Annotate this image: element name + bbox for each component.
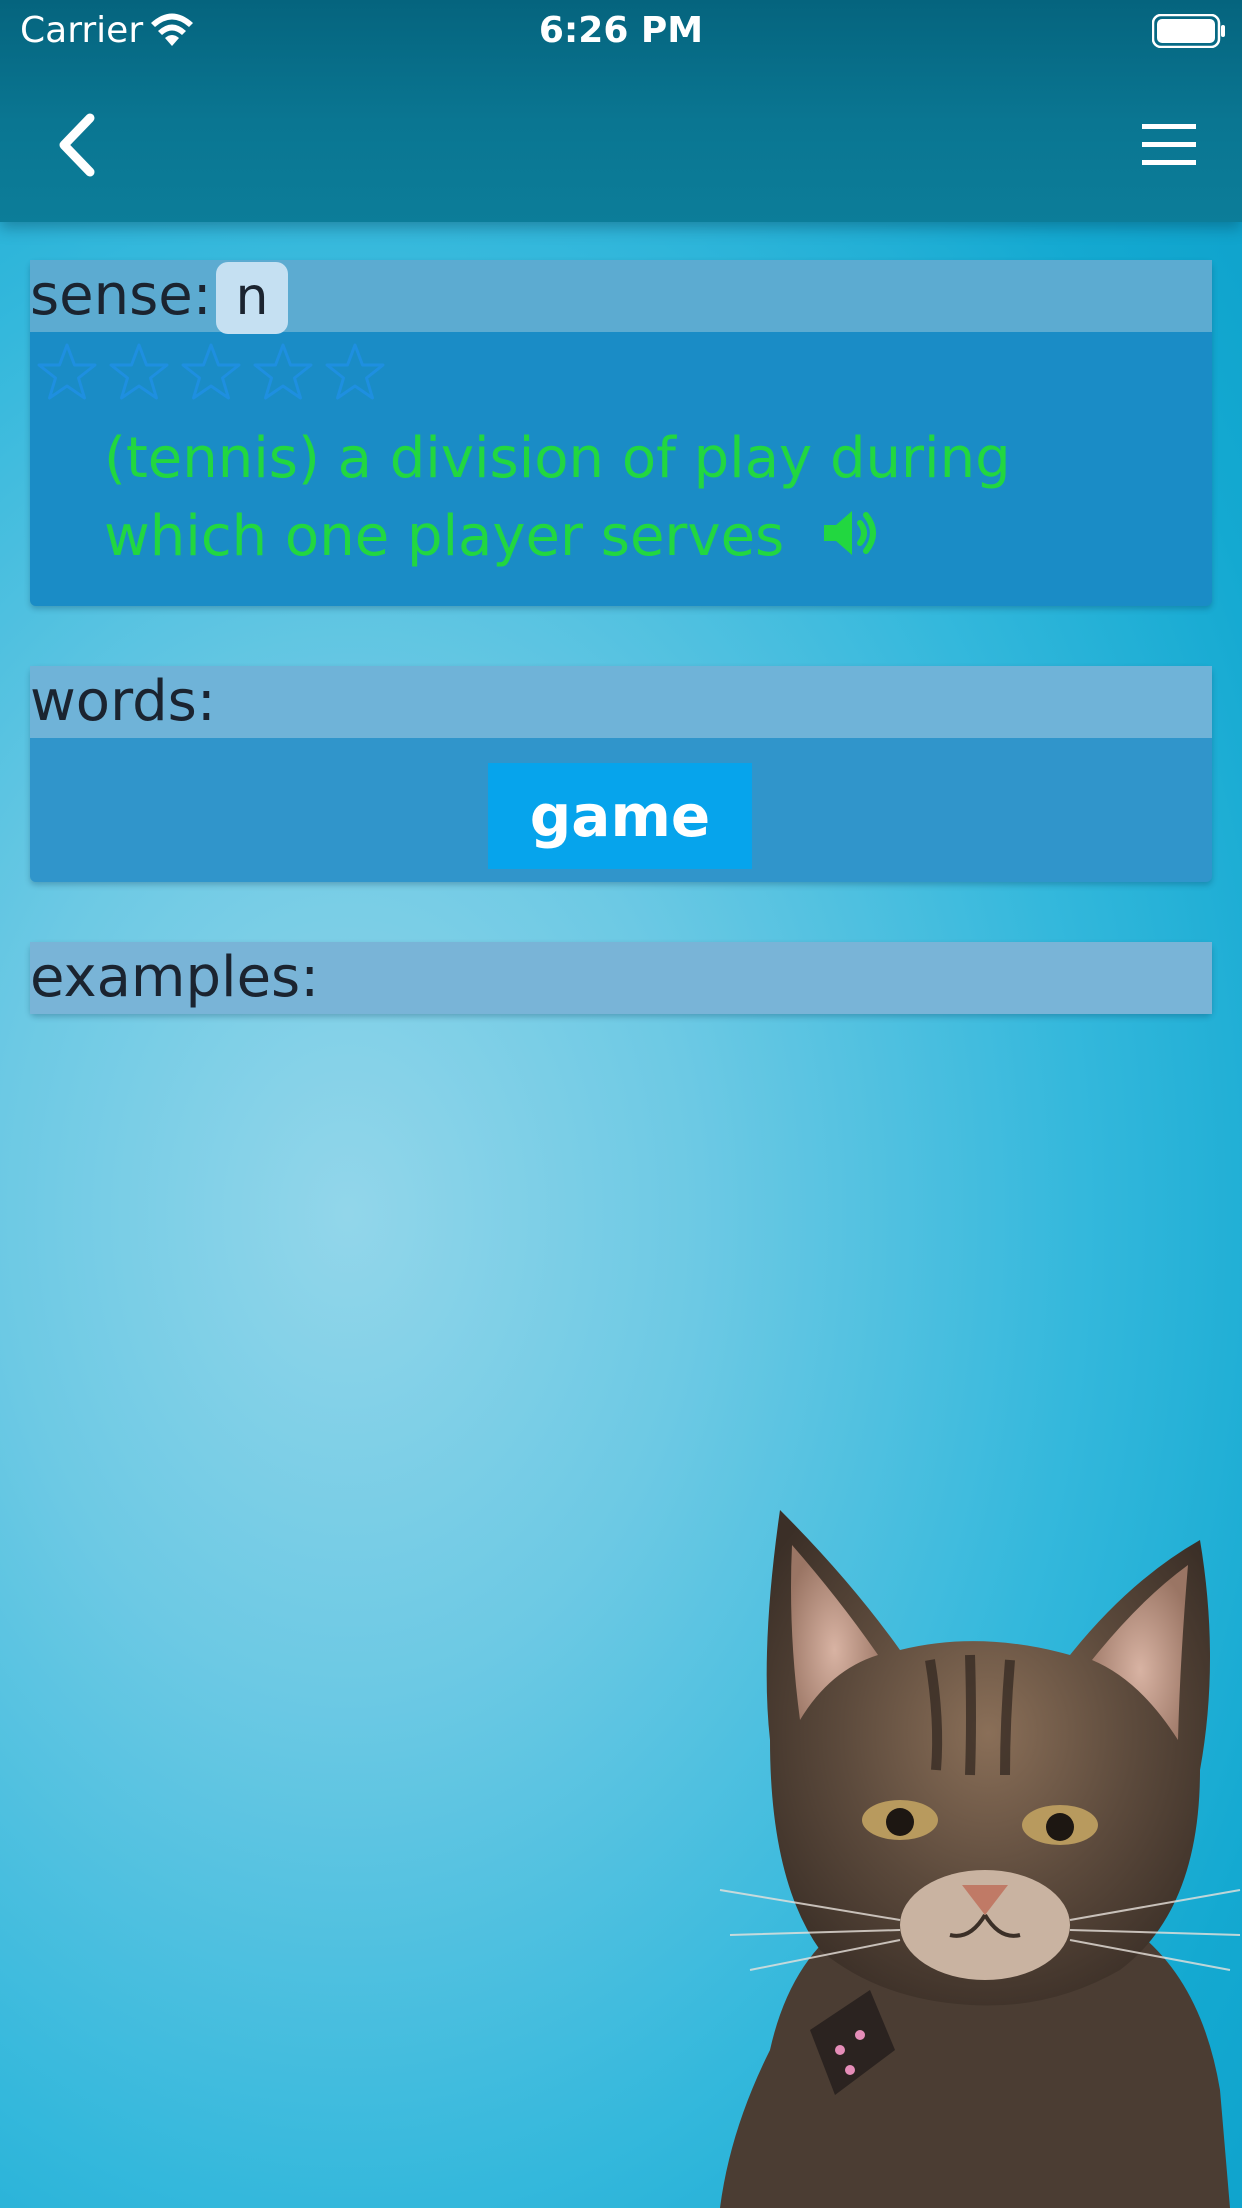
screen: Carrier 6:26 PM sense: n (tennis) a divi… [0,0,1242,2208]
hamburger-menu-icon [1142,124,1196,165]
star-icon[interactable] [34,340,100,406]
star-icon[interactable] [322,340,388,406]
words-card: words: game [30,666,1212,882]
menu-button[interactable] [1138,120,1200,170]
words-header: words: [30,666,1212,738]
status-time: 6:26 PM [538,10,704,51]
definition-text: (tennis) a division of play during which… [104,420,1104,576]
sense-card: sense: n (tennis) a division of play dur… [30,260,1212,606]
cat-photo [719,1510,1241,2208]
star-icon[interactable] [106,340,172,406]
examples-card: examples: [30,942,1212,1014]
navigation-bar: Carrier 6:26 PM [0,0,1242,222]
back-button[interactable] [50,106,120,184]
word-chip-game[interactable]: game [488,763,752,869]
star-rating[interactable] [34,340,394,406]
examples-header: examples: [30,942,1212,1014]
words-label: words: [30,669,216,734]
examples-label: examples: [30,945,320,1010]
chevron-left-icon [59,113,95,177]
star-icon[interactable] [250,340,316,406]
speaker-icon[interactable] [820,503,880,563]
battery-full-icon [1152,14,1225,48]
star-icon[interactable] [178,340,244,406]
sense-header: sense: n [30,260,1212,334]
part-of-speech-badge: n [216,262,288,334]
sense-label: sense: [30,263,212,328]
